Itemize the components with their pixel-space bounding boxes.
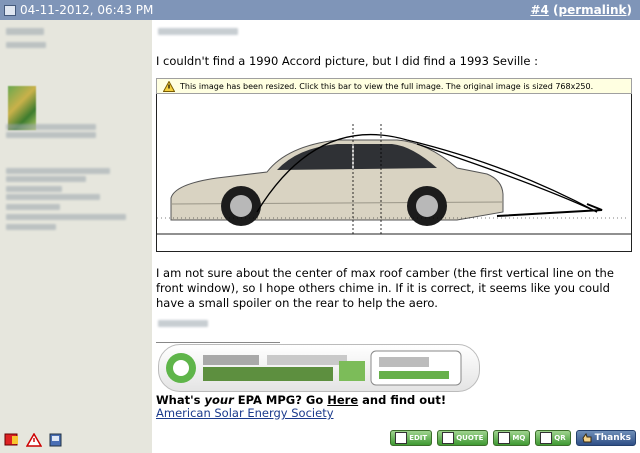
blurred-stat-line	[6, 176, 86, 182]
signature-divider	[156, 342, 280, 343]
post-number-link[interactable]: #4	[530, 3, 548, 17]
blurred-vehicle-line	[6, 124, 96, 130]
profile-icon[interactable]	[48, 433, 64, 447]
quick-reply-label: QR	[554, 434, 566, 442]
edit-label: EDIT	[409, 434, 428, 442]
post-number: #4 (permalink)	[530, 3, 632, 17]
warning-icon	[163, 80, 175, 92]
blurred-stat-line	[6, 204, 60, 210]
blurred-stat-line	[6, 194, 100, 200]
edit-button[interactable]: EDIT	[390, 430, 433, 446]
mpg-banner-graphic	[166, 350, 462, 386]
blurred-stat-line	[6, 186, 62, 192]
mpg-banner-image[interactable]	[158, 344, 480, 392]
ases-link[interactable]: American Solar Energy Society	[156, 406, 334, 420]
car-diagram-illustration	[157, 124, 631, 235]
epa-question-start: What's	[156, 393, 205, 407]
post-action-buttons: EDIT QUOTE MQ QR Thanks	[390, 430, 636, 446]
epa-question-end: and find out!	[358, 393, 447, 407]
epa-question-emphasis: your	[204, 393, 234, 407]
blurred-stat-line	[6, 214, 126, 220]
multiquote-button[interactable]: MQ	[493, 430, 531, 446]
quick-reply-icon	[540, 432, 553, 444]
blurred-stat-line	[6, 168, 110, 174]
epa-mpg-line: What's your EPA MPG? Go Here and find ou…	[156, 393, 446, 407]
thanks-button[interactable]: Thanks	[575, 430, 636, 446]
epa-here-link[interactable]: Here	[327, 393, 358, 407]
blurred-username[interactable]	[6, 28, 44, 35]
blurred-quote-author	[158, 28, 238, 35]
blurred-vehicle-line	[6, 132, 96, 138]
post-header: 04-11-2012, 06:43 PM #4 (permalink)	[0, 0, 640, 20]
user-action-icons	[4, 433, 64, 447]
permalink-link[interactable]: permalink	[559, 3, 627, 17]
post-date: 04-11-2012, 06:43 PM	[4, 3, 153, 17]
quote-button[interactable]: QUOTE	[437, 430, 489, 446]
blurred-user-title	[6, 42, 46, 48]
blurred-stat-line	[6, 224, 56, 230]
resize-notice-text: This image has been resized. Click this …	[180, 81, 594, 91]
post-icon	[4, 4, 16, 16]
post-body-text: I am not sure about the center of max ro…	[156, 266, 614, 310]
multiquote-icon	[498, 432, 511, 444]
multiquote-label: MQ	[512, 434, 526, 442]
thanks-label: Thanks	[594, 433, 631, 443]
post-intro-text: I couldn't find a 1990 Accord picture, b…	[156, 54, 538, 68]
post-date-text: 04-11-2012, 06:43 PM	[20, 3, 154, 17]
report-icon[interactable]	[4, 433, 20, 447]
quick-reply-button[interactable]: QR	[535, 430, 571, 446]
quote-icon	[442, 432, 455, 444]
blurred-signature-name	[158, 320, 208, 327]
image-resize-notice[interactable]: This image has been resized. Click this …	[156, 78, 632, 94]
thanks-icon	[582, 432, 592, 443]
user-info-panel	[0, 20, 152, 453]
epa-question-middle: EPA MPG? Go	[233, 393, 328, 407]
edit-icon	[395, 432, 408, 444]
quote-label: QUOTE	[456, 434, 484, 442]
post-content: I couldn't find a 1990 Accord picture, b…	[152, 20, 640, 453]
car-image[interactable]	[156, 94, 632, 252]
alert-icon[interactable]	[26, 433, 42, 447]
